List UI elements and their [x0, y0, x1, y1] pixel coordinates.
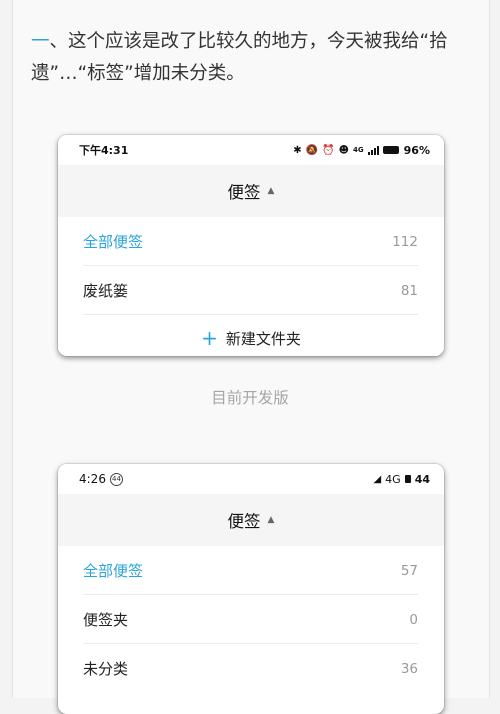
status-time: 4:26 [79, 472, 106, 486]
plus-icon: + [201, 326, 218, 350]
folder-count: 36 [400, 660, 418, 677]
article-caption: 一、这个应该是改了比较久的地方，今天被我给“拾遗”…“标签”增加未分类。 [31, 26, 481, 90]
folder-name: 废纸篓 [83, 282, 129, 300]
header-title: 便签 [227, 183, 261, 202]
mute-icon: 🔕 [305, 144, 319, 156]
folder-count: 112 [392, 233, 418, 250]
new-folder-button[interactable]: + 新建文件夹 [58, 315, 444, 356]
bluetooth-icon: ✱ [293, 144, 302, 156]
signal-icon: ◢ [373, 473, 382, 485]
caption-text: 、这个应该是改了比较久的地方，今天被我给“拾遗”…“标签”增加未分类。 [31, 31, 448, 84]
folder-name: 未分类 [83, 660, 129, 678]
folder-row-all-notes[interactable]: 全部便签 112 [58, 217, 444, 266]
phone-screenshot-old: 下午4:31 ✱ 🔕 ⏰ ☻ 4G 96% 便签 ▲ 全部便签 112 废纸篓 … [58, 135, 444, 356]
folder-count: 0 [409, 611, 418, 628]
battery-percent: 96% [403, 143, 430, 157]
network-type: 4G [385, 472, 401, 486]
folder-dropdown-header[interactable]: 便签 ▲ [58, 494, 444, 546]
folder-name: 全部便签 [83, 562, 144, 580]
folder-row-note-folder[interactable]: 便签夹 0 [58, 595, 444, 644]
network-type: 4G [353, 146, 364, 154]
folder-count: 81 [400, 282, 418, 299]
folder-count: 57 [400, 562, 418, 579]
screenshot-caption: 目前开发版 [211, 389, 289, 407]
folder-name: 便签夹 [83, 611, 129, 629]
signal-icon [367, 145, 379, 155]
folder-name: 全部便签 [83, 233, 144, 251]
folder-row-all-notes[interactable]: 全部便签 57 [58, 546, 444, 595]
folder-dropdown-header[interactable]: 便签 ▲ [58, 165, 444, 217]
caret-up-icon: ▲ [267, 515, 275, 525]
new-folder-label: 新建文件夹 [225, 329, 301, 348]
battery-level: 44 [414, 472, 430, 486]
status-bar: 下午4:31 ✱ 🔕 ⏰ ☻ 4G 96% [58, 135, 444, 165]
smiley-icon: ☻ [338, 144, 350, 156]
header-title: 便签 [227, 512, 261, 531]
battery-icon [404, 475, 411, 483]
folder-row-uncategorized[interactable]: 未分类 36 [58, 644, 444, 693]
folder-row-trash[interactable]: 废纸篓 81 [58, 266, 444, 315]
status-time: 下午4:31 [79, 144, 129, 157]
caret-up-icon: ▲ [267, 186, 275, 196]
status-bar: 4:26 44 ◢ 4G 44 [58, 464, 444, 494]
phone-screenshot-dev: 4:26 44 ◢ 4G 44 便签 ▲ 全部便签 57 便签夹 0 未分类 3… [58, 464, 444, 714]
notification-badge: 44 [109, 472, 123, 486]
battery-icon [382, 146, 399, 154]
caption-accent: 一 [31, 31, 50, 52]
alarm-icon: ⏰ [322, 144, 335, 156]
